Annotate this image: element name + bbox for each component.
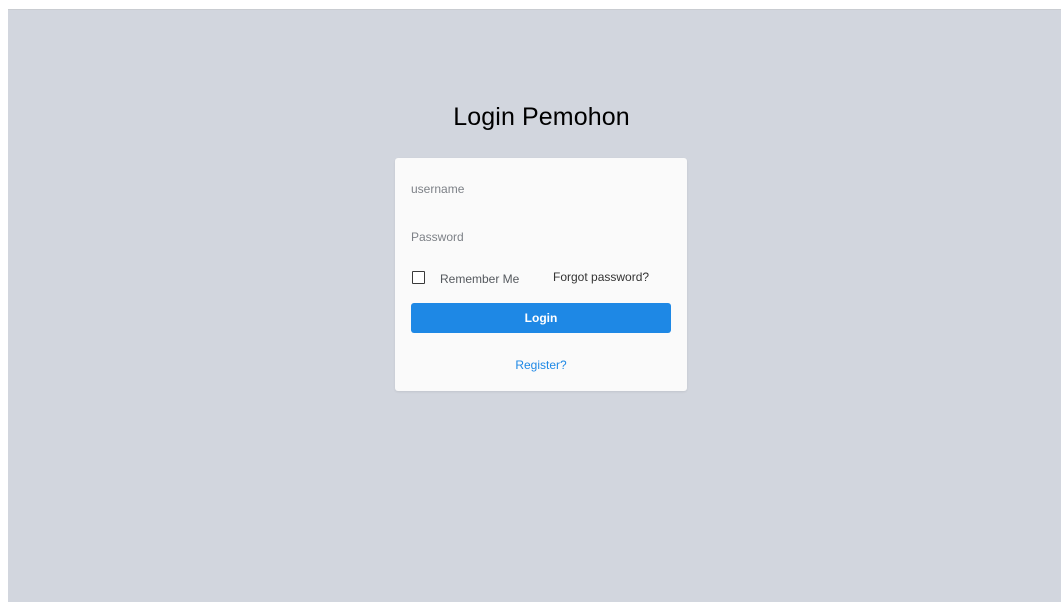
window-edge: [0, 0, 8, 602]
remember-me-checkbox[interactable]: [412, 271, 425, 284]
remember-me-label[interactable]: Remember Me: [440, 272, 519, 286]
username-input[interactable]: [411, 176, 671, 202]
page-title: Login Pemohon: [453, 103, 630, 131]
login-button[interactable]: Login: [411, 303, 671, 333]
login-page: Login Pemohon Remember Me Forgot passwor…: [8, 10, 1061, 602]
forgot-password-link[interactable]: Forgot password?: [553, 270, 649, 284]
password-input[interactable]: [411, 224, 671, 250]
register-link[interactable]: Register?: [395, 358, 687, 372]
remember-row: Remember Me Forgot password?: [411, 270, 671, 290]
login-card: Remember Me Forgot password? Login Regis…: [395, 158, 687, 391]
